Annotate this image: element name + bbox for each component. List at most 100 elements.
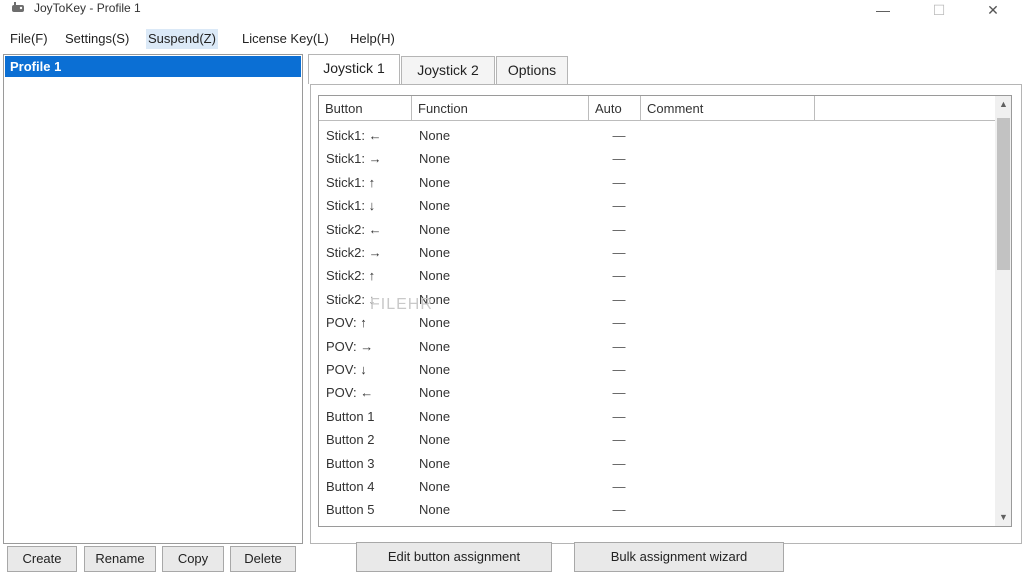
window-title: JoyToKey - Profile 1 xyxy=(34,1,141,15)
profile-item-selected[interactable]: Profile 1 xyxy=(5,56,301,77)
cell-function: None xyxy=(419,502,451,518)
scroll-up-icon[interactable]: ▲ xyxy=(995,96,1011,113)
column-header-comment[interactable]: Comment xyxy=(641,96,815,121)
minimize-button[interactable]: — xyxy=(860,0,906,20)
cell-function: None xyxy=(419,385,451,401)
title-bar: JoyToKey - Profile 1 — ☐ ✕ xyxy=(0,0,1024,20)
table-row[interactable]: Stick1: → None — xyxy=(319,147,995,170)
cell-function: None xyxy=(419,315,451,331)
cell-function: None xyxy=(419,128,451,143)
cell-button: Button 5 xyxy=(326,502,375,518)
minimize-icon: — xyxy=(876,2,890,18)
close-icon: ✕ xyxy=(987,1,999,18)
cell-button: Stick1: → xyxy=(326,151,382,167)
cell-button: Stick1: ↑ xyxy=(326,174,376,190)
menu-help[interactable]: Help(H) xyxy=(348,29,397,49)
cell-auto: — xyxy=(612,455,626,471)
menu-bar: File(F) Settings(S) Suspend(Z) License K… xyxy=(0,26,1024,50)
cell-auto: — xyxy=(612,151,626,167)
cell-auto: — xyxy=(612,408,626,424)
menu-settings[interactable]: Settings(S) xyxy=(63,29,131,49)
cell-auto: — xyxy=(612,221,626,237)
tab-joystick-1[interactable]: Joystick 1 xyxy=(308,54,400,84)
cell-function: None xyxy=(419,221,451,237)
cell-auto: — xyxy=(612,174,626,190)
cell-button: Button 1 xyxy=(326,408,375,424)
table-row[interactable]: Button 2 None — xyxy=(319,428,995,451)
table-row[interactable]: POV: ↓ None — xyxy=(319,358,995,381)
scrollbar-thumb[interactable] xyxy=(997,118,1010,270)
vertical-scrollbar[interactable]: ▲ ▼ xyxy=(995,96,1011,526)
list-header: Button Function Auto Comment xyxy=(319,96,995,121)
maximize-icon: ☐ xyxy=(932,1,946,18)
cell-auto: — xyxy=(612,432,626,448)
cell-function: None xyxy=(419,408,451,424)
cell-function: None xyxy=(419,362,451,377)
cell-auto: — xyxy=(612,362,626,377)
table-row[interactable]: Button 5 None — xyxy=(319,498,995,521)
column-header-auto[interactable]: Auto xyxy=(589,96,641,121)
cell-function: None xyxy=(419,455,451,471)
tab-options[interactable]: Options xyxy=(496,56,568,84)
cell-button: POV: ← xyxy=(326,385,374,401)
table-row[interactable]: Stick2: ↑ None — xyxy=(319,264,995,287)
cell-button: POV: ↓ xyxy=(326,362,367,377)
table-row[interactable]: POV: ← None — xyxy=(319,381,995,404)
profile-list[interactable]: Profile 1 xyxy=(3,54,303,544)
cell-function: None xyxy=(419,151,451,167)
table-row[interactable]: Button 4 None — xyxy=(319,475,995,498)
table-row[interactable]: Stick1: ↑ None — xyxy=(319,171,995,194)
menu-file[interactable]: File(F) xyxy=(8,29,50,49)
edit-button-assignment-button[interactable]: Edit button assignment xyxy=(356,542,552,572)
table-row[interactable]: Stick2: → None — xyxy=(319,241,995,264)
cell-function: None xyxy=(419,245,451,260)
cell-button: Stick2: ↑ xyxy=(326,268,376,284)
table-row[interactable]: POV: ↑ None — xyxy=(319,311,995,334)
cell-button: Stick1: ← xyxy=(326,128,382,143)
table-row[interactable]: Stick1: ↓ None — xyxy=(319,194,995,217)
cell-auto: — xyxy=(612,338,626,354)
cell-auto: — xyxy=(612,502,626,518)
joystick-app-icon xyxy=(12,2,24,12)
menu-suspend[interactable]: Suspend(Z) xyxy=(146,29,218,49)
tab-joystick-2[interactable]: Joystick 2 xyxy=(401,56,495,84)
scroll-down-icon[interactable]: ▼ xyxy=(995,509,1011,526)
action-buttons: Edit button assignment Bulk assignment w… xyxy=(318,540,1018,574)
cell-button: Stick1: ↓ xyxy=(326,198,376,214)
rename-button[interactable]: Rename xyxy=(84,546,156,572)
bulk-assignment-wizard-button[interactable]: Bulk assignment wizard xyxy=(574,542,784,572)
table-row[interactable]: POV: → None — xyxy=(319,335,995,358)
table-row[interactable]: Button 3 None — xyxy=(319,452,995,475)
cell-button: POV: ↑ xyxy=(326,315,367,331)
table-row[interactable]: Button 1 None — xyxy=(319,405,995,428)
cell-button: POV: → xyxy=(326,338,374,354)
cell-auto: — xyxy=(612,291,626,307)
table-row[interactable]: Stick2: ← None — xyxy=(319,218,995,241)
menu-license-key[interactable]: License Key(L) xyxy=(240,29,331,49)
cell-function: None xyxy=(419,432,451,448)
table-row[interactable]: Stick1: ← None — xyxy=(319,124,995,147)
cell-function: None xyxy=(419,174,451,190)
cell-auto: — xyxy=(612,198,626,214)
cell-auto: — xyxy=(612,245,626,260)
cell-auto: — xyxy=(612,268,626,284)
create-button[interactable]: Create xyxy=(7,546,77,572)
cell-button: Button 4 xyxy=(326,479,375,494)
cell-function: None xyxy=(419,198,451,214)
profile-buttons: Create Rename Copy Delete xyxy=(0,546,304,574)
delete-button[interactable]: Delete xyxy=(230,546,296,572)
copy-button[interactable]: Copy xyxy=(162,546,224,572)
tab-strip: Joystick 1 Joystick 2 Options xyxy=(308,54,1024,84)
cell-button: Stick2: ← xyxy=(326,221,382,237)
column-header-function[interactable]: Function xyxy=(412,96,589,121)
cell-button: Button 3 xyxy=(326,455,375,471)
column-header-button[interactable]: Button xyxy=(319,96,412,121)
cell-auto: — xyxy=(612,479,626,494)
cell-button: Button 2 xyxy=(326,432,375,448)
cell-button: Stick2: ↓ xyxy=(326,291,376,307)
maximize-button[interactable]: ☐ xyxy=(916,0,962,20)
watermark: FILEHR xyxy=(370,296,433,313)
cell-auto: — xyxy=(612,385,626,401)
cell-button: Stick2: → xyxy=(326,245,382,260)
close-button[interactable]: ✕ xyxy=(970,0,1016,20)
